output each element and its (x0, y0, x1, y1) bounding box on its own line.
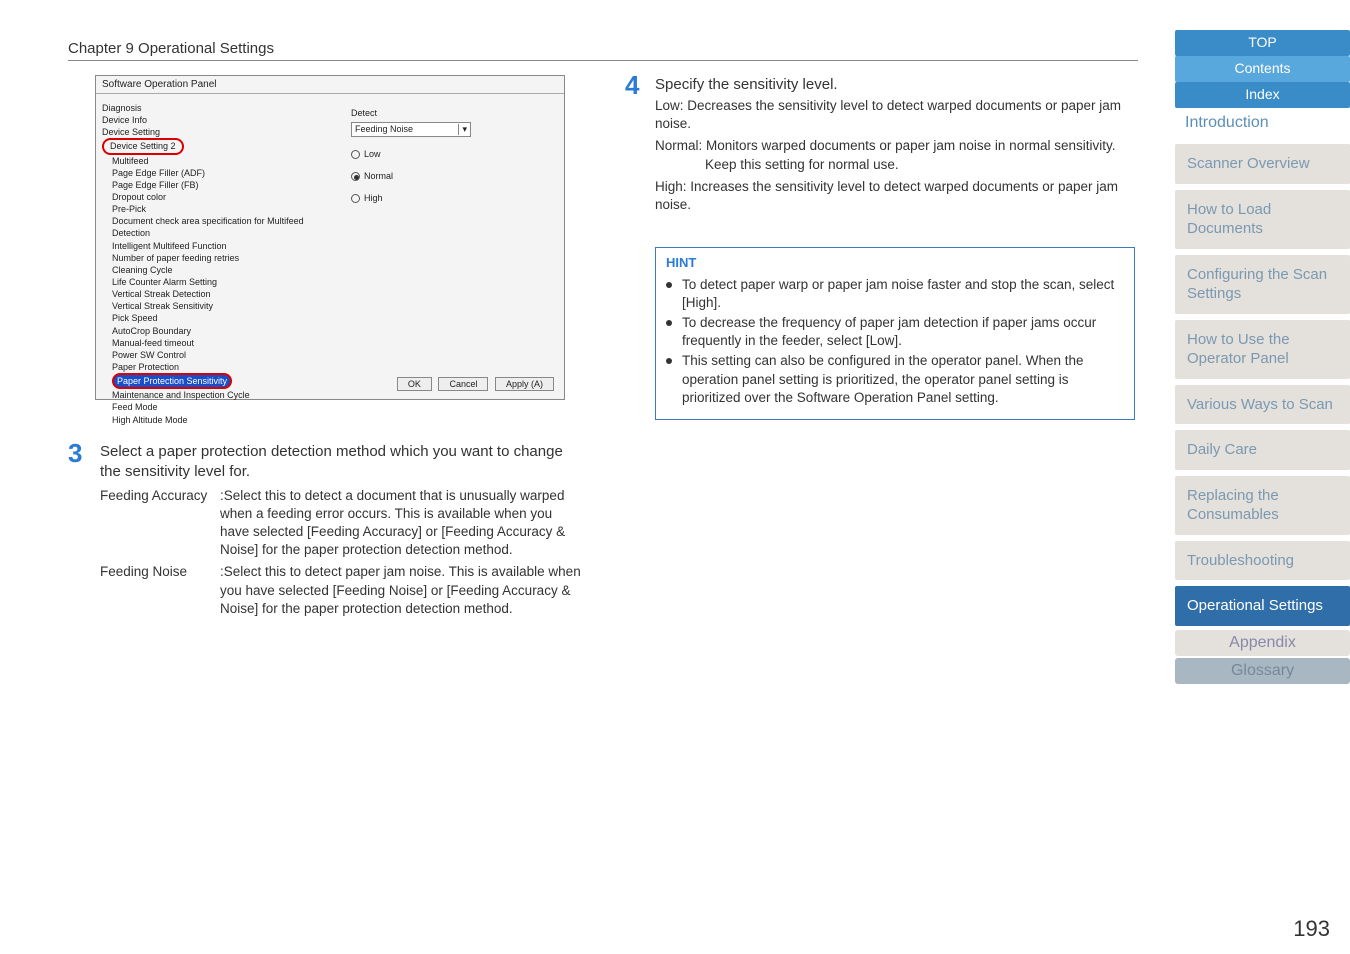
chapter-underline (68, 60, 1138, 61)
step-3-lead: Select a paper protection detection meth… (100, 442, 585, 483)
detect-select[interactable]: Feeding Noise ▾ (351, 122, 471, 137)
high-text: Increases the sensitivity level to detec… (655, 179, 1118, 212)
tree-device-setting-2[interactable]: Device Setting 2 (102, 138, 184, 154)
normal-extra: Keep this setting for normal use. (655, 156, 1135, 174)
settings-tree: Diagnosis Device Info Device Setting Dev… (96, 94, 341, 359)
hint-bullet: To decrease the frequency of paper jam d… (666, 314, 1124, 350)
step-4-lead: Specify the sensitivity level. (655, 76, 1135, 93)
text-feeding-noise: :Select this to detect paper jam noise. … (220, 563, 585, 618)
nav-daily-care[interactable]: Daily Care (1175, 430, 1350, 470)
tree-item[interactable]: Life Counter Alarm Setting (102, 276, 335, 288)
nav-configuring-scan[interactable]: Configuring the Scan Settings (1175, 255, 1350, 314)
step-3-body: Select a paper protection detection meth… (100, 442, 585, 618)
hint-title: HINT (666, 254, 1124, 272)
normal-label: Normal: (655, 137, 702, 155)
tree-device-setting: Device Setting (102, 126, 335, 138)
radio-high[interactable]: High (351, 193, 554, 203)
radio-normal-label: Normal (364, 171, 393, 181)
step-4-number: 4 (625, 70, 639, 101)
ok-button[interactable]: OK (397, 377, 432, 391)
tree-item[interactable]: Vertical Streak Sensitivity (102, 300, 335, 312)
low-text: Decreases the sensitivity level to detec… (655, 98, 1121, 131)
tree-item[interactable]: Manual-feed timeout (102, 337, 335, 349)
cancel-button[interactable]: Cancel (438, 377, 488, 391)
term-feeding-noise: Feeding Noise (100, 563, 220, 618)
tree-item[interactable]: Pre-Pick (102, 203, 335, 215)
tree-item[interactable]: Page Edge Filler (FB) (102, 179, 335, 191)
detect-label: Detect (351, 108, 554, 118)
nav-how-to-load[interactable]: How to Load Documents (1175, 190, 1350, 249)
hint-bullet: To detect paper warp or paper jam noise … (666, 276, 1124, 312)
tree-item[interactable]: Feed Mode (102, 401, 335, 413)
tree-item[interactable]: Paper Protection (102, 361, 335, 373)
radio-low[interactable]: Low (351, 149, 554, 159)
hint-bullet: This setting can also be configured in t… (666, 352, 1124, 407)
nav-operational-settings[interactable]: Operational Settings (1175, 586, 1350, 626)
tree-item-selected[interactable]: Paper Protection Sensitivity (112, 373, 232, 389)
sidebar-nav: TOP Contents Index Introduction Scanner … (1175, 30, 1350, 684)
chevron-down-icon: ▾ (458, 124, 467, 135)
tree-item[interactable]: Multifeed (102, 155, 335, 167)
nav-introduction[interactable]: Introduction (1175, 108, 1350, 138)
nav-contents[interactable]: Contents (1175, 56, 1350, 82)
high-label: High: (655, 178, 687, 196)
nav-various-ways[interactable]: Various Ways to Scan (1175, 385, 1350, 425)
chapter-title: Chapter 9 Operational Settings (68, 40, 274, 57)
software-operation-panel-dialog: Software Operation Panel Diagnosis Devic… (95, 75, 565, 400)
tree-item[interactable]: Vertical Streak Detection (102, 288, 335, 300)
tree-item[interactable]: Power SW Control (102, 349, 335, 361)
tree-item[interactable]: Intelligent Multifeed Function (102, 240, 335, 252)
tree-item[interactable]: Maintenance and Inspection Cycle (102, 389, 335, 401)
dialog-right-pane: Detect Feeding Noise ▾ Low Normal High (341, 94, 564, 359)
apply-button[interactable]: Apply (A) (495, 377, 554, 391)
detect-select-value: Feeding Noise (355, 124, 413, 135)
tree-item[interactable]: High Altitude Mode (102, 414, 335, 426)
nav-index[interactable]: Index (1175, 82, 1350, 108)
nav-replacing-consumables[interactable]: Replacing the Consumables (1175, 476, 1350, 535)
normal-text: Monitors warped documents or paper jam n… (706, 138, 1115, 153)
tree-item[interactable]: Page Edge Filler (ADF) (102, 167, 335, 179)
tree-item[interactable]: Document check area specification for Mu… (102, 215, 335, 239)
page-number: 193 (1293, 916, 1330, 942)
step-3-number: 3 (68, 438, 82, 469)
nav-operator-panel[interactable]: How to Use the Operator Panel (1175, 320, 1350, 379)
tree-item[interactable]: Dropout color (102, 191, 335, 203)
hint-box: HINT To detect paper warp or paper jam n… (655, 247, 1135, 420)
nav-scanner-overview[interactable]: Scanner Overview (1175, 144, 1350, 184)
nav-troubleshooting[interactable]: Troubleshooting (1175, 541, 1350, 581)
radio-low-label: Low (364, 149, 381, 159)
tree-item[interactable]: AutoCrop Boundary (102, 325, 335, 337)
term-feeding-accuracy: Feeding Accuracy (100, 487, 220, 560)
nav-glossary[interactable]: Glossary (1175, 658, 1350, 684)
tree-device-info: Device Info (102, 114, 335, 126)
dialog-title: Software Operation Panel (96, 76, 564, 94)
radio-normal[interactable]: Normal (351, 171, 554, 181)
tree-item[interactable]: Number of paper feeding retries (102, 252, 335, 264)
step-4-body: Specify the sensitivity level. Low: Decr… (655, 76, 1135, 214)
nav-appendix[interactable]: Appendix (1175, 630, 1350, 656)
tree-item[interactable]: Cleaning Cycle (102, 264, 335, 276)
text-feeding-accuracy: :Select this to detect a document that i… (220, 487, 585, 560)
low-label: Low: (655, 97, 684, 115)
radio-high-label: High (364, 193, 383, 203)
tree-diagnosis: Diagnosis (102, 102, 335, 114)
tree-item[interactable]: Pick Speed (102, 312, 335, 324)
nav-top[interactable]: TOP (1175, 30, 1350, 56)
